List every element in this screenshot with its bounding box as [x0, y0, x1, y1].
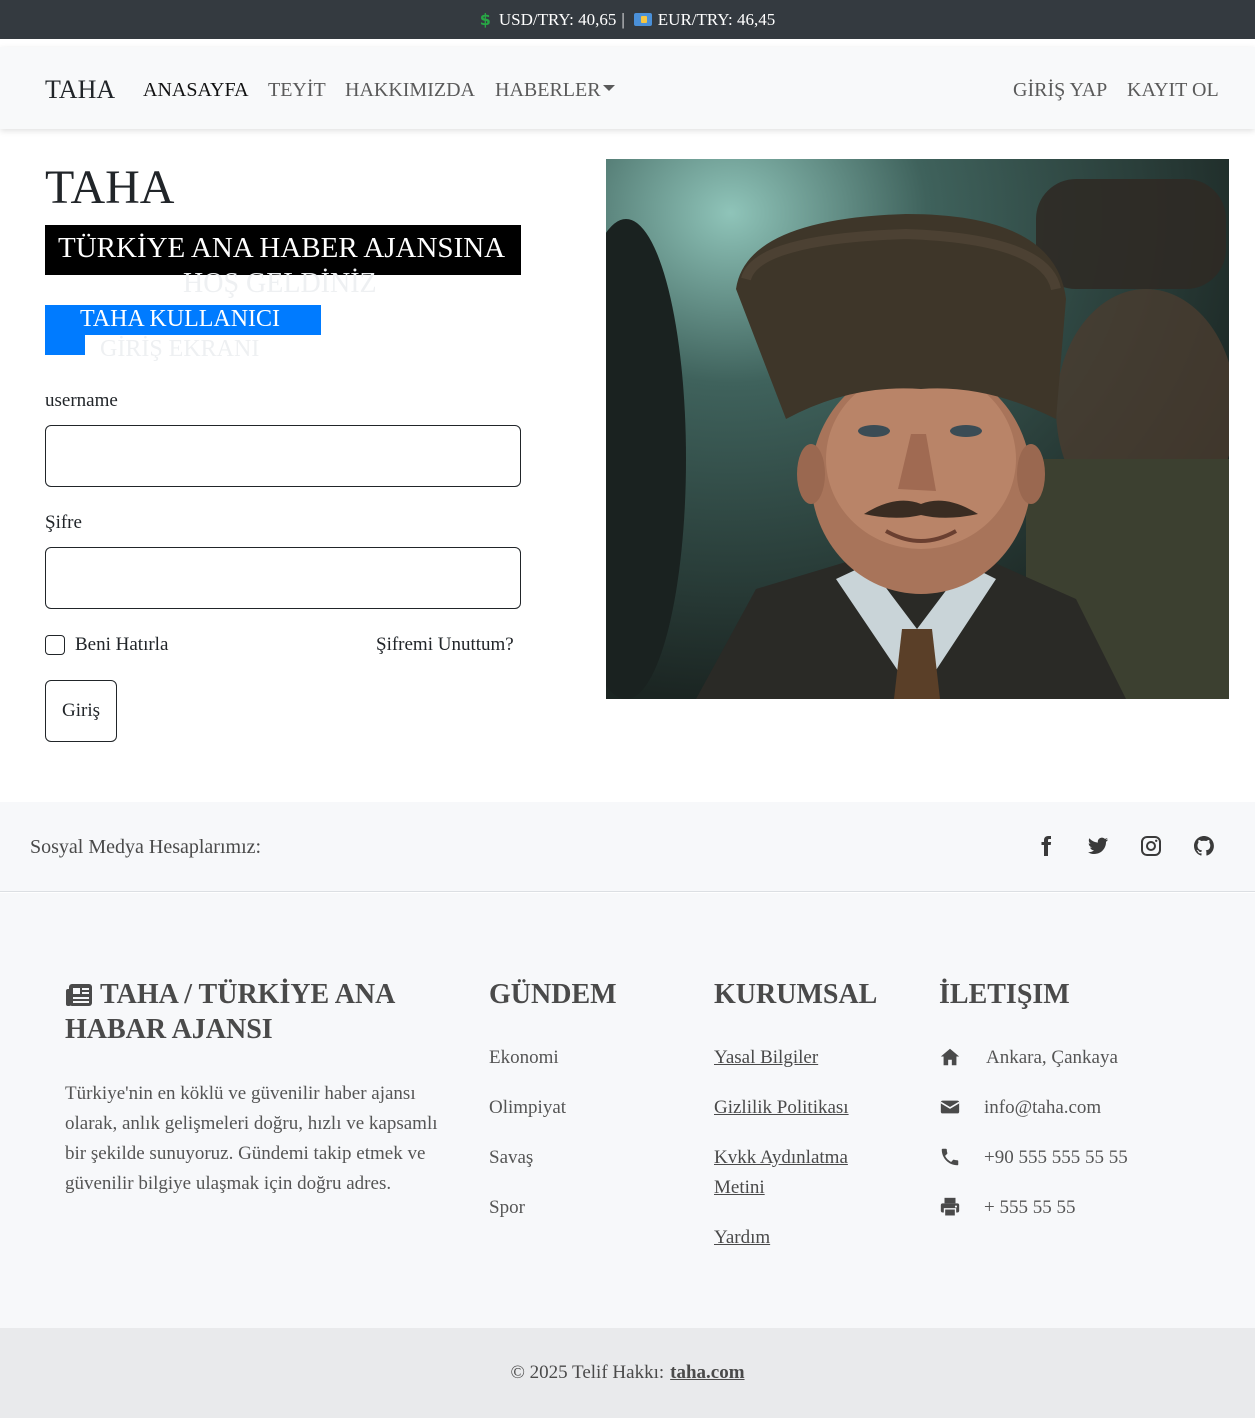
copyright-bar: © 2025 Telif Hakkı: taha.com	[0, 1328, 1255, 1418]
caret-down-icon	[602, 85, 615, 91]
remember-checkbox[interactable]	[45, 635, 65, 655]
footer-kurumsal-link[interactable]: Yardım	[714, 1223, 770, 1253]
footer-gundem-item[interactable]: Spor	[489, 1197, 525, 1219]
contact-fax: + 555 55 55	[984, 1197, 1076, 1218]
footer-about-title-line2: HABAR AJANSI	[65, 1014, 273, 1045]
footer-kurumsal-link[interactable]: Kvkk Aydınlatma Metini	[714, 1143, 874, 1203]
user-banner-subtitle: GİRİŞ EKRANI	[100, 336, 260, 362]
github-icon[interactable]	[1192, 834, 1216, 858]
newspaper-icon	[66, 984, 92, 1006]
hero-title: TAHA	[45, 161, 175, 214]
nav-link-login[interactable]: GİRİŞ YAP	[1013, 79, 1107, 102]
footer-about-title-line1: TAHA / TÜRKİYE ANA	[100, 979, 396, 1010]
remember-label[interactable]: Beni Hatırla	[75, 634, 168, 656]
contact-email[interactable]: info@taha.com	[984, 1097, 1101, 1119]
copyright-text: © 2025 Telif Hakkı:	[510, 1362, 665, 1383]
password-input[interactable]	[45, 547, 521, 609]
facebook-icon[interactable]	[1034, 834, 1058, 858]
hero-image	[606, 159, 1229, 699]
navbar: TAHA ANASAYFA TEYİT HAKKIMIZDA HABERLER …	[0, 47, 1255, 129]
footer-about-description: Türkiye'nin en köklü ve güvenilir haber …	[65, 1083, 438, 1194]
currency-bar: $ USD/TRY: 40,65 | EUR/TRY: 46,45	[0, 0, 1255, 39]
envelope-icon	[940, 1100, 960, 1114]
nav-link-teyit[interactable]: TEYİT	[268, 79, 326, 102]
dollar-icon: $	[479, 10, 491, 29]
footer: TAHA / TÜRKİYE ANA HABAR AJANSI Türkiye'…	[0, 893, 1255, 1328]
footer-gundem-item[interactable]: Savaş	[489, 1147, 533, 1169]
eur-rate: EUR/TRY: 46,45	[657, 9, 776, 29]
copyright-link[interactable]: taha.com	[670, 1362, 744, 1384]
footer-kurumsal-link[interactable]: Gizlilik Politikası	[714, 1093, 849, 1123]
login-button[interactable]: Giriş	[45, 680, 117, 742]
footer-kurumsal-title: KURUMSAL	[714, 979, 878, 1010]
welcome-subtitle: HOŞ GELDİNİZ	[183, 268, 377, 299]
user-banner-accent	[45, 305, 85, 355]
footer-gundem-item[interactable]: Olimpiyat	[489, 1097, 566, 1119]
password-label: Şifre	[45, 512, 82, 533]
printer-icon	[940, 1197, 960, 1217]
phone-icon	[941, 1148, 959, 1166]
footer-kurumsal-link[interactable]: Yasal Bilgiler	[714, 1043, 818, 1073]
social-label: Sosyal Medya Hesaplarımız:	[30, 836, 262, 858]
username-label: username	[45, 390, 118, 411]
username-input[interactable]	[45, 425, 521, 487]
footer-gundem-item[interactable]: Ekonomi	[489, 1047, 559, 1069]
rate-separator: |	[621, 9, 625, 29]
instagram-icon[interactable]	[1139, 834, 1163, 858]
usd-rate: USD/TRY: 40,65	[498, 9, 617, 29]
contact-address: Ankara, Çankaya	[986, 1047, 1118, 1068]
nav-link-hakkimizda[interactable]: HAKKIMIZDA	[345, 79, 475, 102]
nav-dropdown-haberler[interactable]: HABERLER	[495, 79, 615, 102]
nav-dropdown-label: HABERLER	[495, 79, 601, 101]
footer-iletisim-title: İLETIŞIM	[939, 979, 1070, 1010]
footer-gundem-title: GÜNDEM	[489, 979, 617, 1010]
forgot-password-link[interactable]: Şifremi Unuttum?	[376, 634, 514, 656]
nav-link-register[interactable]: KAYIT OL	[1127, 79, 1219, 102]
contact-phone[interactable]: +90 555 555 55 55	[984, 1147, 1128, 1169]
nav-link-anasayfa[interactable]: ANASAYFA	[143, 79, 249, 102]
portrait-illustration	[606, 159, 1229, 699]
home-icon	[940, 1048, 960, 1066]
twitter-icon[interactable]	[1086, 834, 1110, 858]
euro-banknote-icon	[633, 13, 652, 26]
social-bar: Sosyal Medya Hesaplarımız:	[0, 802, 1255, 892]
navbar-brand[interactable]: TAHA	[45, 75, 115, 105]
user-banner-title: TAHA KULLANICI	[80, 306, 281, 332]
